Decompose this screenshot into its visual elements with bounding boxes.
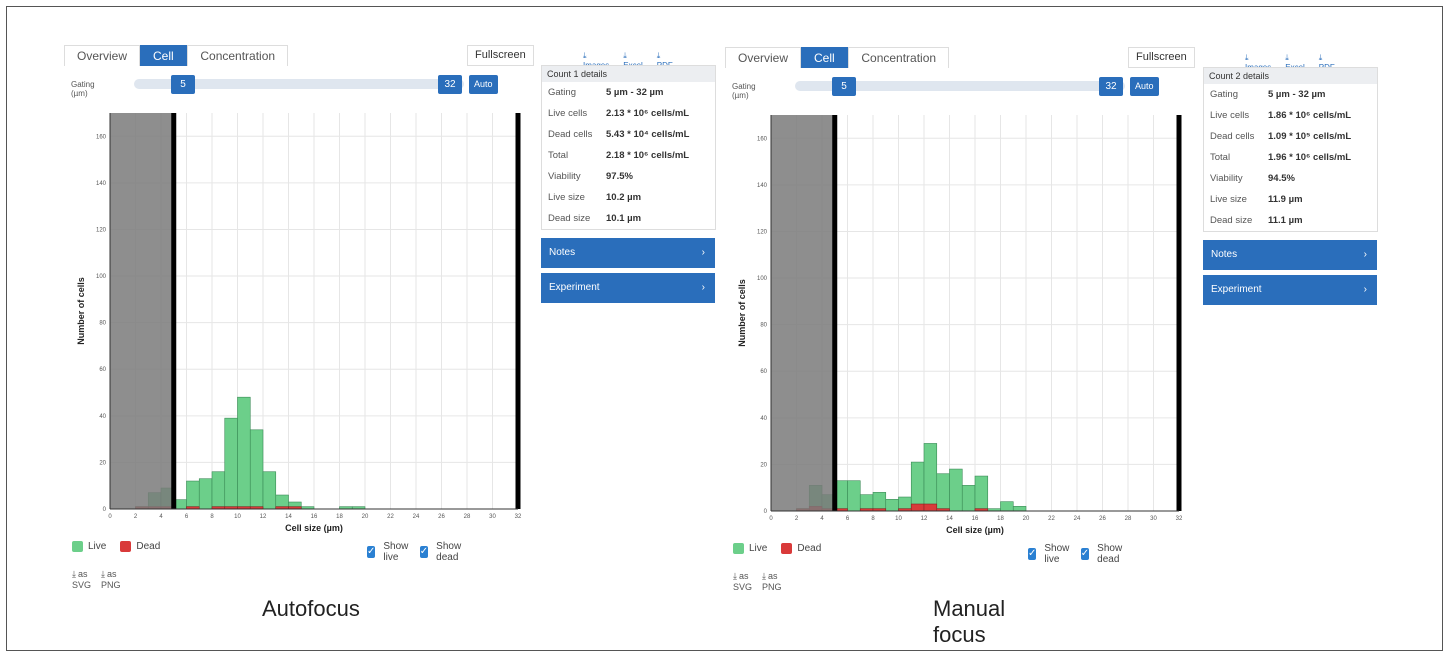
details-row: Live size 11.9 µm xyxy=(1204,189,1377,210)
download-icon: ⤓ xyxy=(1285,53,1289,62)
bar-live xyxy=(847,480,861,512)
y-tick-label: 0 xyxy=(764,509,768,515)
x-tick-label: 20 xyxy=(1023,516,1030,522)
details-key: Total xyxy=(1210,152,1231,163)
x-tick-label: 30 xyxy=(1150,516,1157,522)
count-details-title: Count 2 details xyxy=(1204,68,1377,84)
y-tick-label: 140 xyxy=(757,183,768,189)
details-row: Gating 5 µm - 32 µm xyxy=(1204,84,1377,105)
x-tick-label: 28 xyxy=(1125,516,1132,522)
y-tick-label: 100 xyxy=(757,276,768,282)
download-icon: ⤓ xyxy=(733,571,737,581)
details-value: 1.96 * 10⁶ cells/mL xyxy=(1268,152,1352,163)
y-tick-label: 120 xyxy=(757,229,768,235)
x-tick-label: 14 xyxy=(946,516,953,522)
notes-label: Notes xyxy=(1211,249,1238,260)
details-key: Dead size xyxy=(1210,215,1253,226)
details-key: Dead cells xyxy=(1210,131,1255,142)
x-tick-label: 22 xyxy=(1048,516,1055,522)
details-row: Viability 94.5% xyxy=(1204,168,1377,189)
legend-dead-swatch xyxy=(781,543,793,554)
bar-live xyxy=(936,473,950,512)
bar-live xyxy=(961,485,976,512)
bar-live xyxy=(1012,506,1027,512)
bar-live xyxy=(923,443,938,512)
details-key: Live size xyxy=(1210,194,1247,205)
gate-min-line[interactable] xyxy=(832,115,838,511)
details-row: Live cells 1.86 * 10⁶ cells/mL xyxy=(1204,105,1377,126)
y-tick-label: 20 xyxy=(760,462,767,468)
gate-excluded-region xyxy=(771,115,835,511)
count-details-panel: Count 2 details Gating 5 µm - 32 µm Live ce… xyxy=(1203,67,1378,232)
details-row: Total 1.96 * 10⁶ cells/mL xyxy=(1204,147,1377,168)
y-tick-label: 40 xyxy=(760,416,767,422)
x-tick-label: 2 xyxy=(795,516,799,522)
series-toggles: ✓ Show live ✓ Show dead xyxy=(1028,543,1128,565)
x-tick-label: 26 xyxy=(1099,516,1106,522)
details-value: 5 µm - 32 µm xyxy=(1268,89,1326,100)
bar-live xyxy=(1000,501,1014,512)
details-value: 94.5% xyxy=(1268,173,1295,184)
download-icon: ⤓ xyxy=(762,571,766,581)
legend: Live Dead xyxy=(733,543,821,554)
x-tick-label: 6 xyxy=(846,516,850,522)
download-png-link[interactable]: ⤓ as PNG xyxy=(762,571,782,592)
bar-live xyxy=(885,499,899,512)
bar-live xyxy=(974,475,989,512)
gate-max-line[interactable] xyxy=(1176,115,1182,511)
x-tick-label: 12 xyxy=(921,516,928,522)
details-row: Dead cells 1.09 * 10⁵ cells/mL xyxy=(1204,126,1377,147)
x-axis-label: Cell size (µm) xyxy=(946,525,1004,535)
details-row: Dead size 11.1 µm xyxy=(1204,210,1377,231)
panel-caption: Manual focus xyxy=(933,596,1006,647)
experiment-section-toggle[interactable]: Experiment › xyxy=(1203,275,1377,305)
chevron-right-icon: › xyxy=(1363,249,1367,260)
chevron-right-icon: › xyxy=(1363,284,1367,295)
notes-section-toggle[interactable]: Notes › xyxy=(1203,240,1377,270)
download-icon: ⤓ xyxy=(1245,53,1249,62)
x-tick-label: 16 xyxy=(972,516,979,522)
details-key: Gating xyxy=(1210,89,1238,100)
bar-dead xyxy=(910,503,925,512)
details-value: 1.86 * 10⁶ cells/mL xyxy=(1268,110,1352,121)
bar-live xyxy=(949,468,963,512)
y-tick-label: 60 xyxy=(760,369,767,375)
bar-live xyxy=(910,461,925,512)
details-key: Viability xyxy=(1210,173,1243,184)
x-tick-label: 0 xyxy=(769,516,773,522)
download-icon: ⤓ xyxy=(1318,53,1323,62)
y-tick-label: 160 xyxy=(757,136,768,142)
x-tick-label: 18 xyxy=(997,516,1004,522)
show-live-checkbox[interactable]: ✓ xyxy=(1028,548,1037,560)
show-live-label[interactable]: Show live xyxy=(1044,543,1070,565)
details-value: 1.09 * 10⁵ cells/mL xyxy=(1268,131,1352,142)
x-tick-label: 8 xyxy=(871,516,875,522)
x-tick-label: 32 xyxy=(1176,516,1183,522)
details-value: 11.9 µm xyxy=(1268,194,1303,205)
show-dead-label[interactable]: Show dead xyxy=(1097,543,1128,565)
chart-downloads: ⤓ as SVG ⤓ as PNG xyxy=(733,571,782,592)
x-tick-label: 24 xyxy=(1074,516,1081,522)
details-value: 11.1 µm xyxy=(1268,215,1303,226)
bar-live xyxy=(872,492,887,512)
x-tick-label: 10 xyxy=(895,516,902,522)
legend-live-swatch xyxy=(733,543,744,554)
x-tick-label: 4 xyxy=(820,516,824,522)
show-dead-checkbox[interactable]: ✓ xyxy=(1080,548,1090,560)
y-tick-label: 80 xyxy=(760,323,767,329)
legend-dead-label: Dead xyxy=(797,543,822,554)
download-svg-link[interactable]: ⤓ as SVG xyxy=(733,571,752,592)
y-axis-label: Number of cells xyxy=(737,279,747,347)
legend-live-label: Live xyxy=(749,543,768,554)
experiment-label: Experiment xyxy=(1211,284,1262,295)
details-key: Live cells xyxy=(1210,110,1250,121)
bar-dead xyxy=(923,503,938,512)
